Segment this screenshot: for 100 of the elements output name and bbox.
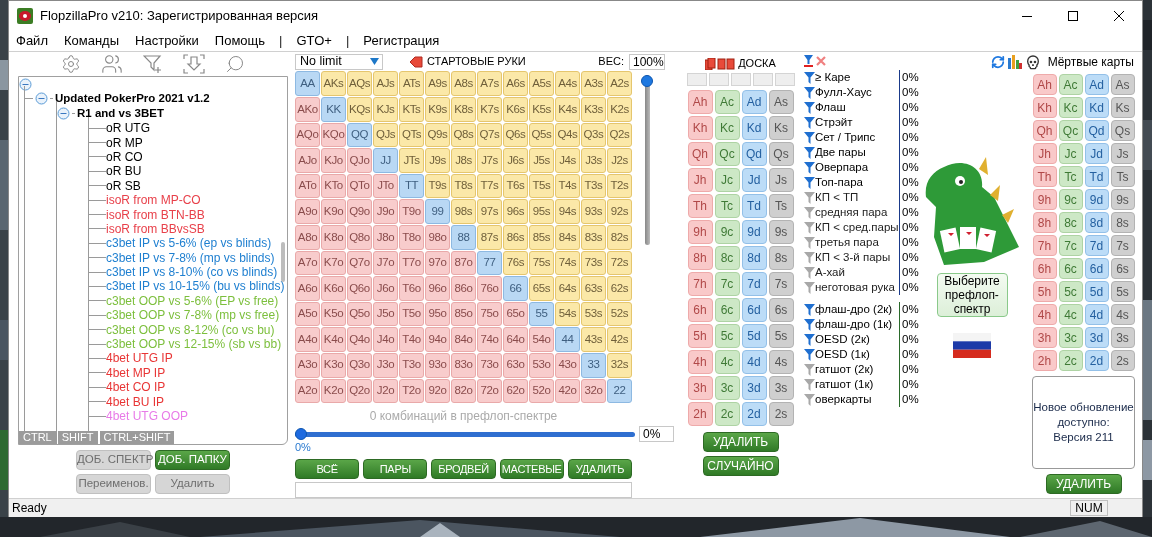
playing-card[interactable]: 8s <box>768 246 794 270</box>
playing-card[interactable]: 6d <box>1084 258 1109 279</box>
hand-cell[interactable]: 62s <box>607 276 632 301</box>
menu-item[interactable]: Команды <box>63 31 120 51</box>
hand-cell[interactable]: T8o <box>399 224 424 250</box>
hand-cell[interactable]: QTo <box>347 173 372 199</box>
hand-cell[interactable]: J5o <box>373 301 398 327</box>
tree-item[interactable]: c3bet IP vs 8-10% (co vs blinds) <box>106 266 278 279</box>
hand-cell[interactable]: K5s <box>529 97 554 122</box>
hand-cell[interactable]: A8s <box>451 71 476 96</box>
playing-card[interactable]: Ah <box>1032 74 1057 95</box>
playing-card[interactable]: Td <box>1084 166 1109 187</box>
hand-cell[interactable]: AKo <box>295 97 320 122</box>
playing-card[interactable]: Ah <box>687 90 713 114</box>
hand-cell[interactable]: 43o <box>555 352 580 378</box>
hand-cell[interactable]: K6o <box>321 276 346 301</box>
playing-card[interactable]: Jd <box>741 168 767 192</box>
playing-card[interactable]: Td <box>741 194 767 218</box>
hand-cell[interactable]: ATo <box>295 173 320 199</box>
hand-cell[interactable]: AA <box>295 71 320 96</box>
hand-cell[interactable]: J7s <box>477 148 502 173</box>
playing-card[interactable]: 2c <box>714 402 740 426</box>
hand-cell[interactable]: AQs <box>347 71 372 96</box>
hand-cell[interactable]: T6o <box>399 276 424 301</box>
range-button[interactable]: МАСТЕВЫЕ <box>499 459 564 480</box>
hand-cell[interactable]: A3s <box>581 71 606 96</box>
hand-cell[interactable]: J6s <box>503 148 528 173</box>
hand-cell[interactable]: Q7s <box>477 122 502 148</box>
hand-cell[interactable]: 55 <box>529 301 554 327</box>
hand-cell[interactable]: 63o <box>503 352 528 378</box>
tree-item[interactable]: 4bet CO IP <box>106 381 166 394</box>
range-button[interactable]: БРОДВЕЙ <box>431 459 496 480</box>
hand-cell[interactable]: J2s <box>607 148 632 173</box>
hand-cell[interactable]: A5s <box>529 71 554 96</box>
playing-card[interactable]: Ad <box>741 90 767 114</box>
playing-card[interactable]: 3s <box>768 376 794 400</box>
hand-cell[interactable]: A4s <box>555 71 580 96</box>
hand-cell[interactable]: 65o <box>503 301 528 327</box>
playing-card[interactable]: 8c <box>714 246 740 270</box>
menu-item[interactable]: Файл <box>16 31 48 51</box>
playing-card[interactable]: 9d <box>1084 189 1109 210</box>
playing-card[interactable]: 7c <box>1058 235 1083 256</box>
hand-cell[interactable]: K4s <box>555 97 580 122</box>
playing-card[interactable]: 3h <box>687 376 713 400</box>
playing-card[interactable]: 6c <box>1058 258 1083 279</box>
board-button[interactable]: УДАЛИТЬ <box>702 432 779 452</box>
playing-card[interactable]: Kh <box>687 116 713 140</box>
playing-card[interactable]: 4h <box>1032 304 1057 325</box>
hand-cell[interactable]: 92o <box>425 378 450 404</box>
hand-cell[interactable]: QTs <box>399 122 424 148</box>
hand-cell[interactable]: 85o <box>451 301 476 327</box>
hand-cell[interactable]: 74s <box>555 250 580 276</box>
hand-cell[interactable]: 96s <box>503 199 528 224</box>
hand-cell[interactable]: T7s <box>477 173 502 199</box>
playing-card[interactable]: Qh <box>687 142 713 166</box>
hand-cell[interactable]: A2o <box>295 378 320 404</box>
hand-cell[interactable]: Q4o <box>347 327 372 352</box>
hand-cell[interactable]: 75s <box>529 250 554 276</box>
playing-card[interactable]: Tc <box>1058 166 1083 187</box>
playing-card[interactable]: Js <box>1110 143 1135 164</box>
hand-cell[interactable]: K4o <box>321 327 346 352</box>
hand-cell[interactable]: K9s <box>425 97 450 122</box>
playing-card[interactable]: 9s <box>1110 189 1135 210</box>
hand-cell[interactable]: 93o <box>425 352 450 378</box>
tree-item[interactable]: 4bet BU IP <box>106 395 165 408</box>
hand-cell[interactable]: T3s <box>581 173 606 199</box>
hand-cell[interactable]: T4o <box>399 327 424 352</box>
playing-card[interactable]: Ac <box>1058 74 1083 95</box>
hand-cell[interactable]: 64s <box>555 276 580 301</box>
hand-cell[interactable]: AKs <box>321 71 346 96</box>
hand-cell[interactable]: QJs <box>373 122 398 148</box>
hand-cell[interactable]: 82s <box>607 224 632 250</box>
hand-cell[interactable]: J5s <box>529 148 554 173</box>
range-button[interactable]: УДАЛИТЬ <box>567 459 632 480</box>
playing-card[interactable]: Ts <box>1110 166 1135 187</box>
hand-cell[interactable]: 96o <box>425 276 450 301</box>
playing-card[interactable]: 5c <box>714 324 740 348</box>
hand-cell[interactable]: T5o <box>399 301 424 327</box>
range-button[interactable]: ПАРЫ <box>363 459 428 480</box>
hand-cell[interactable]: K5o <box>321 301 346 327</box>
playing-card[interactable]: 9c <box>714 220 740 244</box>
playing-card[interactable]: 6s <box>768 298 794 322</box>
hand-cell[interactable]: 54s <box>555 301 580 327</box>
hand-cell[interactable]: 43s <box>581 327 606 352</box>
playing-card[interactable]: Qs <box>768 142 794 166</box>
hand-cell[interactable]: J9s <box>425 148 450 173</box>
tree-item[interactable]: oR UTG <box>106 122 150 135</box>
playing-card[interactable]: As <box>1110 74 1135 95</box>
playing-card[interactable]: 3s <box>1110 327 1135 348</box>
playing-card[interactable]: 5s <box>1110 281 1135 302</box>
hand-cell[interactable]: A9s <box>425 71 450 96</box>
hand-cell[interactable]: 72s <box>607 250 632 276</box>
hand-cell[interactable]: JTs <box>399 148 424 173</box>
weight-field[interactable]: 100% <box>629 53 665 70</box>
playing-card[interactable]: 3c <box>1058 327 1083 348</box>
playing-card[interactable]: 7c <box>714 272 740 296</box>
menu-item[interactable]: Помощь <box>214 31 266 51</box>
hand-cell[interactable]: 97o <box>425 250 450 276</box>
hand-cell[interactable]: K6s <box>503 97 528 122</box>
hand-cell[interactable]: J4o <box>373 327 398 352</box>
